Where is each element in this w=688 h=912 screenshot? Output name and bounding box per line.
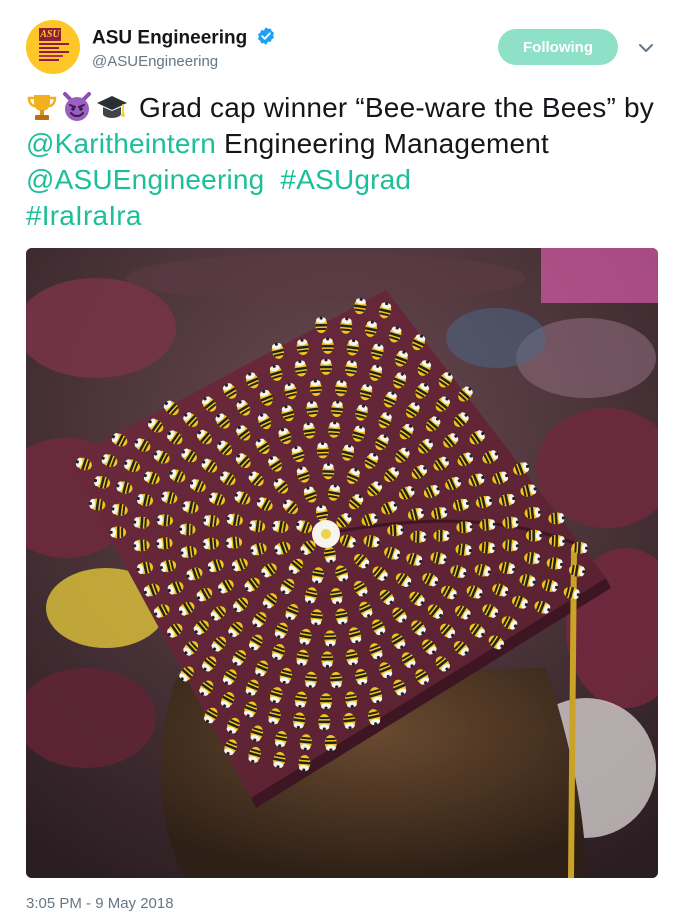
- verified-badge-icon: [256, 26, 276, 51]
- hashtag-iraira[interactable]: #IraIraIra: [26, 200, 142, 231]
- grad-cap-bees-photo: [26, 248, 658, 878]
- tweet-photo[interactable]: [26, 248, 658, 878]
- graduation-cap-icon: [96, 91, 128, 123]
- mention-asuengineering[interactable]: @ASUEngineering: [26, 164, 264, 195]
- hashtag-asugrad[interactable]: #ASUgrad: [280, 164, 411, 195]
- tweet-text-part-2: Engineering Management: [215, 128, 550, 159]
- tweet-header: ASU ASU Engineering @ASUEngineering Foll…: [26, 20, 662, 80]
- tweet-text: Grad cap winner “Bee-ware the Bees” by @…: [26, 90, 662, 234]
- user-handle[interactable]: @ASUEngineering: [92, 53, 218, 70]
- display-name[interactable]: ASU Engineering: [92, 28, 247, 49]
- tweet-text-part-1: Grad cap winner “Bee-ware the Bees” by: [138, 92, 654, 123]
- trophy-icon: [26, 91, 58, 123]
- asu-logo-mark: ASU: [39, 28, 61, 41]
- tweet-timestamp[interactable]: 3:05 PM - 9 May 2018: [26, 895, 174, 912]
- mention-karitheintern[interactable]: @Karitheintern: [26, 128, 216, 159]
- asu-logo-wordmark: [39, 43, 69, 63]
- chevron-down-icon[interactable]: [636, 38, 656, 58]
- avatar[interactable]: ASU: [26, 20, 80, 74]
- smiling-imp-icon: [61, 91, 93, 123]
- name-row: ASU Engineering: [92, 26, 276, 50]
- following-button[interactable]: Following: [498, 29, 618, 65]
